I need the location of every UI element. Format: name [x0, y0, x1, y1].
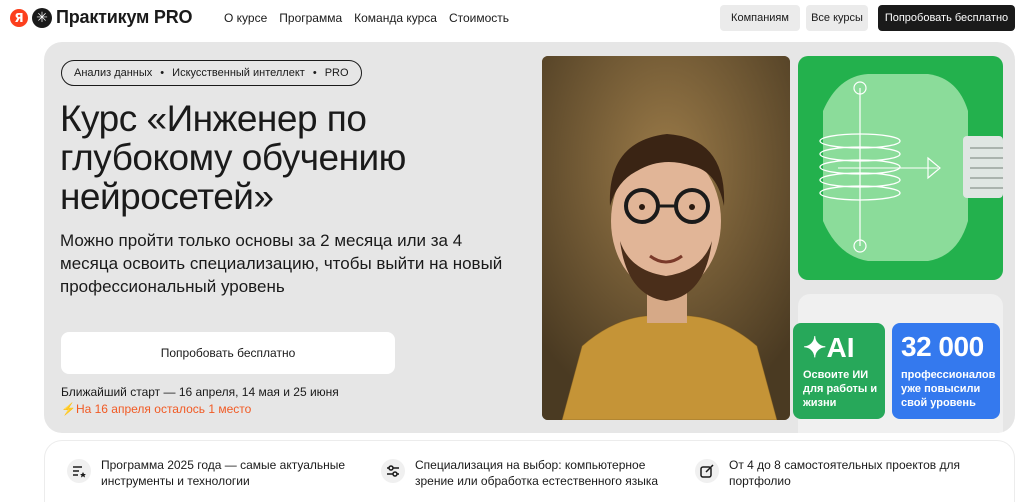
feature-program-2025: Программа 2025 года — самые актуальные и… — [67, 457, 357, 489]
tag-separator: • — [312, 67, 317, 79]
sparkle-icon: ✦ — [803, 332, 827, 363]
seats-left-text: На 16 апреля осталось 1 место — [75, 402, 252, 416]
all-courses-button[interactable]: Все курсы — [806, 5, 868, 31]
tag-data-analysis: Анализ данных — [74, 67, 153, 79]
ai-stat-value: AI — [826, 332, 855, 363]
nav-about[interactable]: О курсе — [224, 11, 267, 25]
sliders-icon — [381, 459, 405, 483]
feature-projects: От 4 до 8 самостоятельных проектов для п… — [695, 457, 985, 489]
professionals-count: 32 000 — [901, 331, 984, 362]
praktikum-star-icon[interactable]: ✳ — [32, 8, 52, 28]
teacher-photo — [542, 56, 790, 420]
nav-team[interactable]: Команда курса — [354, 11, 437, 25]
professionals-stat-card: 32 000 профессионалов уже повысили свой … — [892, 323, 1000, 419]
teacher-portrait-illustration — [542, 56, 790, 420]
pencil-square-icon — [695, 459, 719, 483]
try-free-header-button[interactable]: Попробовать бесплатно — [878, 5, 1015, 31]
feature-text: Программа 2025 года — самые актуальные и… — [101, 458, 346, 488]
ai-stat-heading: ✦AI — [803, 331, 854, 364]
brand-name[interactable]: Практикум PRO — [56, 7, 193, 28]
course-tags: Анализ данных • Искусственный интеллект … — [61, 60, 362, 86]
tag-separator: • — [160, 67, 165, 79]
tag-pro: PRO — [324, 67, 349, 79]
neural-visual-card — [798, 56, 1003, 280]
hero-section: Анализ данных • Искусственный интеллект … — [44, 42, 1015, 433]
course-subtitle: Можно пройти только основы за 2 месяца и… — [60, 231, 503, 296]
nav-program[interactable]: Программа — [279, 11, 342, 25]
neural-coil-illustration — [819, 74, 1003, 261]
feature-text: От 4 до 8 самостоятельных проектов для п… — [729, 458, 960, 488]
companies-button[interactable]: Компаниям — [720, 5, 800, 31]
lightning-icon: ⚡ — [61, 402, 76, 416]
features-strip: Программа 2025 года — самые актуальные и… — [44, 440, 1015, 502]
feature-text: Специализация на выбор: компьютерное зре… — [415, 458, 659, 488]
yandex-logo-icon[interactable]: Я — [10, 9, 28, 27]
course-title: Курс «Инженер по глубокому обучению нейр… — [60, 98, 406, 217]
ai-stat-text: Освоите ИИ для работы и жизни — [803, 369, 878, 409]
professionals-text: профессионалов уже повысили свой уровень — [901, 369, 996, 409]
site-header: Я ✳ Практикум PRO О курсе Программа Кома… — [0, 0, 1024, 36]
ai-stat-card: ✦AI Освоите ИИ для работы и жизни — [793, 323, 885, 419]
seats-left-notice: ⚡На 16 апреля осталось 1 место — [61, 402, 251, 416]
try-free-button[interactable]: Попробовать бесплатно — [61, 332, 395, 374]
list-star-icon — [67, 459, 91, 483]
next-start-dates: Ближайший старт — 16 апреля, 14 мая и 25… — [61, 385, 339, 399]
nav-price[interactable]: Стоимость — [449, 11, 509, 25]
main-nav: О курсе Программа Команда курса Стоимост… — [224, 11, 509, 25]
feature-specialization: Специализация на выбор: компьютерное зре… — [381, 457, 671, 489]
tag-ai: Искусственный интеллект — [172, 67, 305, 79]
